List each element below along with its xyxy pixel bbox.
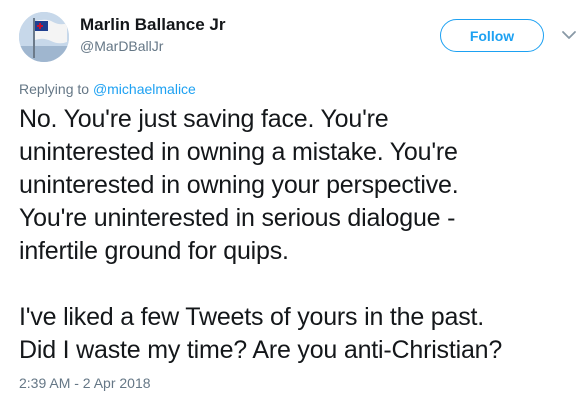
tweet-line: Did I waste my time? Are you anti-Christ… (19, 336, 503, 364)
tweet-line: uninterested in owning a mistake. You're (19, 138, 458, 166)
replying-to: Replying to @michaelmalice (19, 81, 196, 97)
tweet-line: I've liked a few Tweets of yours in the … (19, 303, 484, 331)
flag-avatar-icon (19, 12, 69, 62)
tweet-line: You're uninterested in serious dialogue … (19, 204, 456, 232)
follow-button[interactable]: Follow (440, 19, 544, 52)
author-handle[interactable]: @MarDBallJr (80, 38, 163, 54)
author-name[interactable]: Marlin Ballance Jr (80, 15, 226, 35)
avatar[interactable] (19, 12, 69, 62)
tweet-line: No. You're just saving face. You're (19, 105, 389, 133)
replying-to-prefix: Replying to (19, 81, 93, 97)
tweet-text: No. You're just saving face. You're unin… (19, 103, 579, 367)
tweet-line: infertile ground for quips. (19, 237, 289, 265)
mention-link[interactable]: @michaelmalice (93, 81, 196, 97)
tweet-line: uninterested in owning your perspective. (19, 171, 459, 199)
tweet-timestamp[interactable]: 2:39 AM - 2 Apr 2018 (19, 375, 151, 391)
chevron-down-icon (562, 31, 576, 39)
more-options-button[interactable] (560, 28, 578, 42)
